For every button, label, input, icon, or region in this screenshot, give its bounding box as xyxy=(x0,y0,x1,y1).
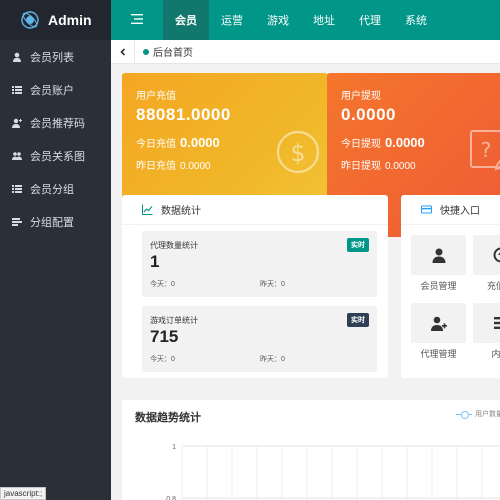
quick-entry-title: 快捷入口 xyxy=(440,206,480,217)
recharge-today-value: 0.0000 xyxy=(180,135,220,150)
withdraw-yesterday: 昨日提现 0.0000 xyxy=(341,157,416,172)
sidebar-item-label: 会员关系图 xyxy=(30,150,85,163)
sidebar-item-label: 会员推荐码 xyxy=(30,117,85,130)
card-icon xyxy=(421,205,432,214)
hamburger-icon xyxy=(131,13,143,27)
tab-home-label: 后台首页 xyxy=(153,48,193,59)
quick-item-recharge-manage[interactable]: 充值管 xyxy=(473,235,500,293)
recharge-amount: 88081.0000 xyxy=(136,105,231,124)
sidebar-item-member-account[interactable]: 会员账户 xyxy=(0,73,111,106)
agent-count-card: 代理数量统计 实时 1 今天：0 昨天：0 xyxy=(142,231,377,297)
withdraw-yesterday-value: 0.0000 xyxy=(385,161,416,172)
game-order-yesterday: 昨天：0 xyxy=(260,356,285,363)
top-nav-item-agent[interactable]: 代理 xyxy=(347,0,393,40)
user-icon xyxy=(432,248,445,263)
svg-text:?: ? xyxy=(481,138,492,162)
quick-item-label: 会员管理 xyxy=(420,281,457,291)
sidebar-item-group-config[interactable]: 分组配置 xyxy=(0,205,111,238)
logo-icon xyxy=(21,11,39,29)
game-order-today: 今天：0 xyxy=(150,356,175,363)
game-order-card: 游戏订单统计 实时 715 今天：0 昨天：0 xyxy=(142,306,377,372)
user-plus-icon xyxy=(12,118,22,128)
list-icon xyxy=(12,85,22,95)
withdraw-yesterday-label: 昨日提现 xyxy=(341,161,381,172)
quick-item-label: 代理管理 xyxy=(420,349,457,359)
agent-count-today: 今天：0 xyxy=(150,281,175,288)
quick-item-agent-manage[interactable]: 代理管理 xyxy=(411,303,466,361)
brand[interactable]: Admin xyxy=(0,0,111,40)
data-stats-panel: 数据统计 代理数量统计 实时 1 今天：0 昨天：0 游戏订单统计 实时 715… xyxy=(122,195,388,378)
users-icon xyxy=(12,151,22,161)
recharge-yesterday: 昨日充值 0.0000 xyxy=(136,157,211,172)
legend-label: 用户数量 xyxy=(475,411,500,418)
realtime-badge: 实时 xyxy=(347,238,369,252)
tab-active-dot xyxy=(143,48,149,55)
top-nav-item-game[interactable]: 游戏 xyxy=(255,0,301,40)
agent-count-value: 1 xyxy=(150,252,160,271)
arrow-circle-icon xyxy=(493,247,500,263)
trend-chart: 10.8 xyxy=(166,444,500,500)
agent-count-title: 代理数量统计 xyxy=(150,241,198,250)
sidebar-item-label: 会员分组 xyxy=(30,183,74,196)
top-nav: 会员 运营 游戏 地址 代理 系统 xyxy=(111,0,500,40)
dollar-coin-icon: $ xyxy=(276,130,320,174)
withdraw-today-value: 0.0000 xyxy=(385,135,425,150)
recharge-today-label: 今日充值 xyxy=(136,139,176,150)
sidebar-item-label: 会员列表 xyxy=(30,51,74,64)
quick-entry-header: 快捷入口 xyxy=(401,195,500,225)
user-plus-icon xyxy=(430,316,447,331)
quick-item-label: 内容 xyxy=(491,349,500,359)
trend-legend[interactable]: 用户数量 xyxy=(456,409,500,419)
list-icon xyxy=(493,317,500,329)
list-icon xyxy=(12,184,22,194)
trend-panel: 数据趋势统计 用户数量 1 0.8 xyxy=(122,400,500,500)
line-chart-icon xyxy=(142,204,153,215)
recharge-title: 用户充值 xyxy=(136,91,176,102)
withdraw-today: 今日提现 0.0000 xyxy=(341,135,425,150)
top-nav-item-system[interactable]: 系统 xyxy=(393,0,439,40)
withdraw-amount: 0.0000 xyxy=(341,105,396,124)
sidebar-item-member-list[interactable]: 会员列表 xyxy=(0,40,111,73)
top-nav-item-operation[interactable]: 运营 xyxy=(209,0,255,40)
game-order-title: 游戏订单统计 xyxy=(150,316,198,325)
agent-count-yesterday: 昨天：0 xyxy=(260,281,285,288)
sidebar: Admin 会员列表 会员账户 会员推荐码 会员关系图 会员分组 分组配置 xyxy=(0,0,111,500)
menu-toggle-button[interactable] xyxy=(111,0,163,40)
tab-strip: 后台首页 xyxy=(111,39,500,64)
sidebar-item-label: 会员账户 xyxy=(30,84,74,97)
withdraw-today-label: 今日提现 xyxy=(341,139,381,150)
svg-text:$: $ xyxy=(290,139,305,167)
recharge-yesterday-label: 昨日充值 xyxy=(136,161,176,172)
quick-item-member-manage[interactable]: 会员管理 xyxy=(411,235,466,293)
y-tick-label: 0.8 xyxy=(166,496,176,500)
user-icon xyxy=(12,52,22,62)
data-stats-header: 数据统计 xyxy=(122,195,388,225)
top-nav-item-member[interactable]: 会员 xyxy=(163,0,209,40)
data-stats-title: 数据统计 xyxy=(161,206,201,217)
question-edit-icon: ? xyxy=(470,130,500,171)
quick-item-label: 充值管 xyxy=(486,281,500,291)
quick-entry-panel: 快捷入口 会员管理 充值管 代理管理 内容 xyxy=(401,195,500,378)
list-icon xyxy=(12,217,22,227)
tab-back-button[interactable] xyxy=(111,39,135,64)
brand-name: Admin xyxy=(48,12,92,28)
chevron-left-icon xyxy=(119,47,125,56)
trend-title: 数据趋势统计 xyxy=(135,412,201,424)
legend-swatch xyxy=(456,410,472,419)
status-bar: javascript:; xyxy=(0,487,47,500)
sidebar-item-member-group[interactable]: 会员分组 xyxy=(0,172,111,205)
game-order-value: 715 xyxy=(150,327,179,346)
sidebar-item-label: 分组配置 xyxy=(30,216,74,229)
top-nav-item-address[interactable]: 地址 xyxy=(301,0,347,40)
tab-home[interactable]: 后台首页 xyxy=(135,44,193,59)
recharge-today: 今日充值 0.0000 xyxy=(136,135,220,150)
realtime-badge: 实时 xyxy=(347,313,369,327)
withdraw-title: 用户提现 xyxy=(341,91,381,102)
quick-item-content-manage[interactable]: 内容 xyxy=(473,303,500,361)
y-tick-label: 1 xyxy=(172,444,176,451)
main-content: 用户充值 88081.0000 今日充值 0.0000 昨日充值 0.0000 … xyxy=(111,64,500,500)
sidebar-item-referral-code[interactable]: 会员推荐码 xyxy=(0,106,111,139)
sidebar-item-relation-graph[interactable]: 会员关系图 xyxy=(0,139,111,172)
recharge-yesterday-value: 0.0000 xyxy=(180,161,211,172)
